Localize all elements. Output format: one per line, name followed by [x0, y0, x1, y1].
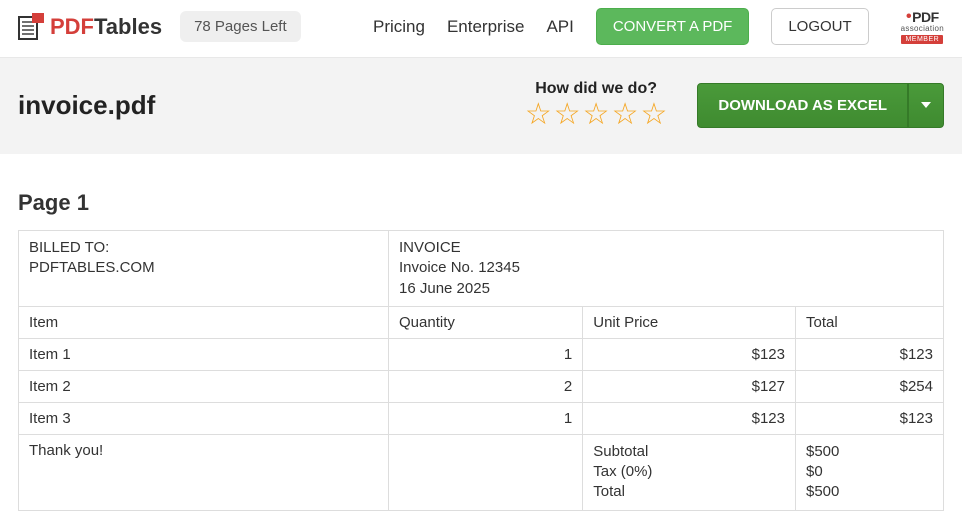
main-nav: Pricing Enterprise API CONVERT A PDF LOG… [373, 8, 944, 45]
assoc-mid: association [901, 25, 944, 33]
invoice-meta-cell: INVOICE Invoice No. 12345 16 June 2025 [389, 231, 944, 307]
col-qty: Quantity [389, 306, 583, 338]
convert-button[interactable]: CONVERT A PDF [596, 8, 749, 45]
logo-icon [18, 13, 44, 41]
billed-to-cell: BILLED TO: PDFTABLES.COM [19, 231, 389, 307]
logo-text-gray: Tables [94, 14, 162, 40]
star-icon[interactable]: ☆ [525, 100, 552, 130]
summary-labels: Subtotal Tax (0%) Total [583, 434, 796, 510]
assoc-member: MEMBER [901, 35, 943, 44]
nav-api[interactable]: API [546, 17, 573, 37]
table-row: Item 3 1 $123 $123 [19, 402, 944, 434]
pdf-association-badge: •PDF association MEMBER [901, 9, 944, 44]
top-nav: PDFTables 78 Pages Left Pricing Enterpri… [0, 0, 962, 57]
chevron-down-icon [921, 102, 931, 108]
table-header-row: Item Quantity Unit Price Total [19, 306, 944, 338]
content: Page 1 BILLED TO: PDFTABLES.COM INVOICE … [0, 154, 962, 529]
sub-header: invoice.pdf How did we do? ☆ ☆ ☆ ☆ ☆ DOW… [0, 57, 962, 154]
download-group: DOWNLOAD AS EXCEL [697, 83, 944, 128]
star-icon[interactable]: ☆ [612, 100, 639, 130]
star-icon[interactable]: ☆ [640, 100, 667, 130]
download-dropdown-button[interactable] [908, 83, 944, 128]
rating-question: How did we do? [535, 80, 657, 98]
nav-enterprise[interactable]: Enterprise [447, 17, 524, 37]
logout-button[interactable]: LOGOUT [771, 8, 868, 45]
page-heading: Page 1 [18, 190, 944, 216]
col-item: Item [19, 306, 389, 338]
invoice-table: BILLED TO: PDFTABLES.COM INVOICE Invoice… [18, 230, 944, 511]
thank-you-cell: Thank you! [19, 434, 389, 510]
table-row: BILLED TO: PDFTABLES.COM INVOICE Invoice… [19, 231, 944, 307]
nav-pricing[interactable]: Pricing [373, 17, 425, 37]
logo-text-red: PDF [50, 14, 94, 40]
rating-stars: ☆ ☆ ☆ ☆ ☆ [525, 100, 668, 130]
table-row: Item 2 2 $127 $254 [19, 370, 944, 402]
summary-values: $500 $0 $500 [796, 434, 944, 510]
col-unit: Unit Price [583, 306, 796, 338]
star-icon[interactable]: ☆ [583, 100, 610, 130]
download-excel-button[interactable]: DOWNLOAD AS EXCEL [697, 83, 908, 128]
assoc-top: PDF [912, 10, 939, 24]
col-total: Total [796, 306, 944, 338]
table-row: Item 1 1 $123 $123 [19, 338, 944, 370]
table-row: Thank you! Subtotal Tax (0%) Total $500 … [19, 434, 944, 510]
logo[interactable]: PDFTables [18, 13, 162, 41]
rating-block: How did we do? ☆ ☆ ☆ ☆ ☆ [525, 80, 668, 130]
file-title: invoice.pdf [18, 90, 155, 121]
star-icon[interactable]: ☆ [554, 100, 581, 130]
pages-left-badge: 78 Pages Left [180, 11, 301, 42]
